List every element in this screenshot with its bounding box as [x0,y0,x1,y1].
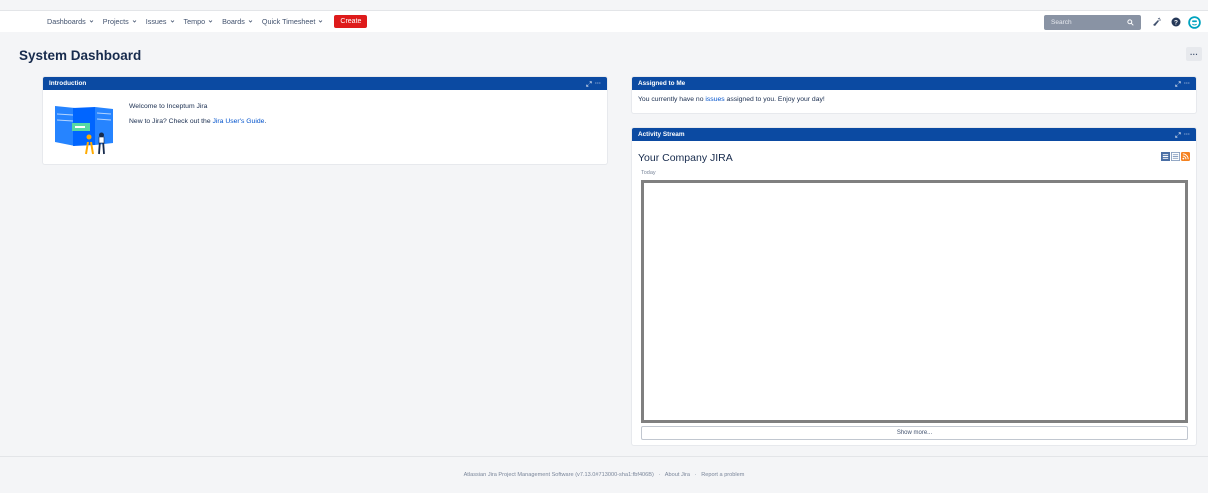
gadget-title: Assigned to Me [638,80,686,87]
nav-tempo[interactable]: Tempo [184,17,214,26]
gadget-controls: ··· [1175,81,1190,87]
page-title: System Dashboard [19,48,142,63]
chevron-down-icon [132,20,137,23]
top-right-tools: Search ? [1044,11,1208,33]
nav-dashboards[interactable]: Dashboards [47,17,94,26]
gadget-header: Introduction ··· [43,77,607,90]
rss-icon[interactable] [1181,152,1190,161]
newto-suffix: . [264,118,267,125]
maximize-icon[interactable] [1175,80,1181,87]
footer: Atlassian Jira Project Management Softwa… [0,456,1208,478]
introduction-gadget: Introduction ··· Welcome to Inceptum Jir… [43,77,607,164]
nav-boards[interactable]: Boards [222,17,253,26]
maximize-icon[interactable] [586,80,592,87]
footer-software-text: Atlassian Jira Project Management Softwa… [463,472,654,478]
chevron-down-icon [248,20,253,23]
today-label: Today [641,170,656,176]
gadget-title: Introduction [49,80,87,87]
show-more-button[interactable]: Show more... [641,426,1188,440]
gadget-header: Assigned to Me ··· [632,77,1196,90]
welcome-text: Welcome to Inceptum Jira [129,103,208,110]
assigned-to-me-gadget: Assigned to Me ··· You currently have no… [632,77,1196,113]
nav-label: Tempo [183,17,206,26]
stream-view-icons [1161,152,1190,161]
top-navigation-bar: Dashboards Projects Issues Tempo Boards … [0,10,1208,32]
footer-separator: · [694,472,697,478]
search-icon [1127,18,1134,26]
notifications-icon[interactable] [1149,15,1164,30]
assigned-prefix: You currently have no [638,96,706,103]
svg-text:?: ? [1174,19,1178,26]
create-button[interactable]: Create [334,15,368,28]
list-view-icon[interactable] [1171,152,1180,161]
intro-illustration [55,106,113,155]
nav-label: Boards [222,17,245,26]
activity-stream-gadget: Activity Stream ··· Your Company JIRA To… [632,128,1196,445]
nav-label: Issues [145,17,167,26]
gadget-menu-icon[interactable]: ··· [1184,132,1190,138]
gadget-title: Activity Stream [638,131,685,138]
chevron-down-icon [89,20,94,23]
maximize-icon[interactable] [1175,131,1181,138]
chevron-down-icon [319,20,323,23]
nav-issues[interactable]: Issues [146,17,175,26]
footer-separator: · [658,472,661,478]
dashboard-more-button[interactable]: ··· [1186,47,1202,61]
newto-prefix: New to Jira? Check out the [129,118,213,125]
assigned-message: You currently have no issues assigned to… [632,90,1196,109]
chevron-down-icon [208,20,213,23]
search-placeholder: Search [1051,18,1072,26]
report-problem-link[interactable]: Report a problem [701,472,744,478]
issues-link[interactable]: issues [705,96,724,103]
gadget-menu-icon[interactable]: ··· [1184,81,1190,87]
users-guide-link[interactable]: Jira User's Guide [213,118,265,125]
main-nav: Dashboards Projects Issues Tempo Boards … [47,15,368,28]
search-input[interactable]: Search [1044,14,1141,30]
nav-label: Dashboards [47,17,86,26]
nav-label: Quick Timesheet [261,17,316,26]
gadget-header: Activity Stream ··· [632,128,1196,141]
chevron-down-icon [170,20,174,23]
assigned-suffix: assigned to you. Enjoy your day! [724,96,825,103]
help-icon[interactable]: ? [1168,15,1183,30]
nav-quick-timesheet[interactable]: Quick Timesheet [262,17,324,26]
user-avatar-icon[interactable] [1187,15,1202,30]
intro-text: Welcome to Inceptum Jira New to Jira? Ch… [129,102,266,126]
stream-title: Your Company JIRA [638,152,733,164]
nav-label: Projects [102,17,129,26]
newto-text: New to Jira? Check out the Jira User's G… [129,117,266,126]
gadget-menu-icon[interactable]: ··· [595,81,601,87]
nav-projects[interactable]: Projects [103,17,137,26]
about-jira-link[interactable]: About Jira [665,472,690,478]
activity-stream-frame [641,180,1188,423]
full-view-icon[interactable] [1161,152,1170,161]
gadget-controls: ··· [1175,132,1190,138]
gadget-controls: ··· [586,81,601,87]
